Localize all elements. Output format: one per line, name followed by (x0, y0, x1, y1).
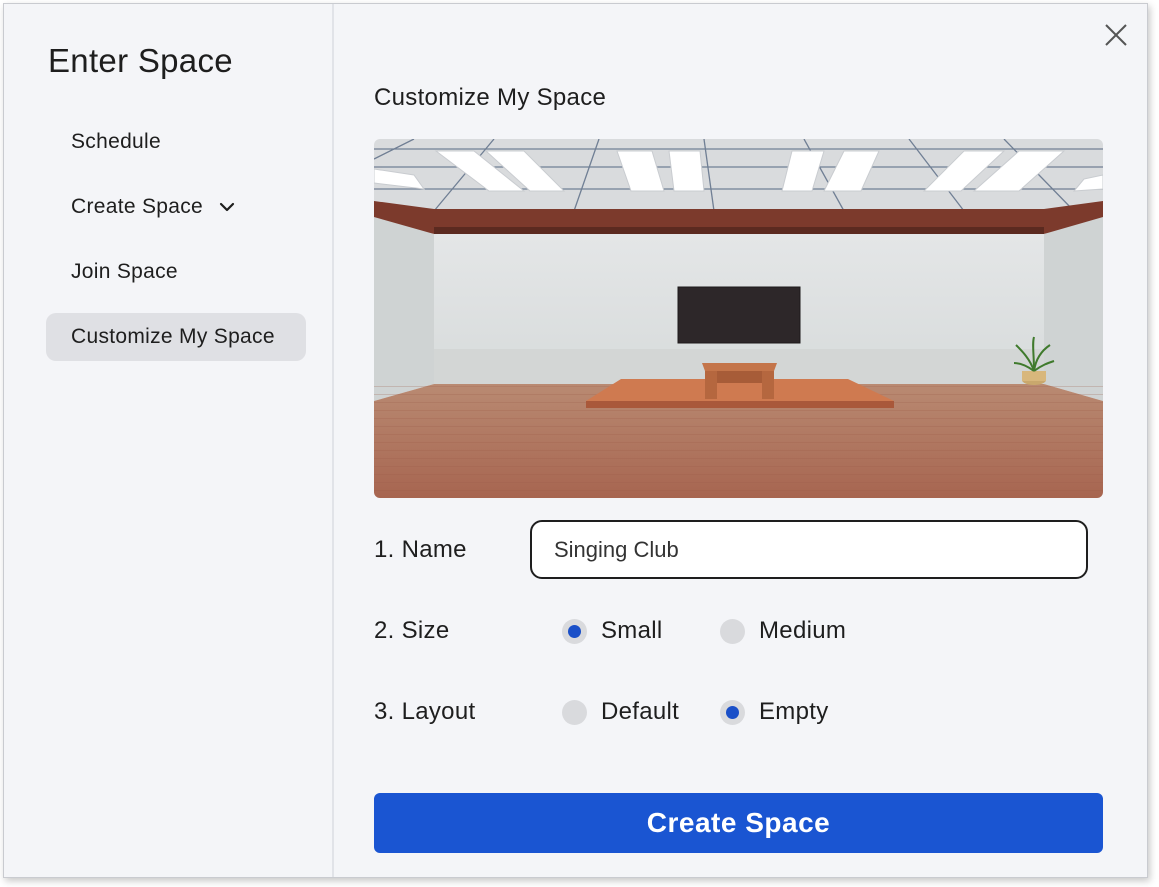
sidebar-item-schedule[interactable]: Schedule (46, 118, 306, 166)
page-title: Customize My Space (374, 84, 607, 111)
size-option-medium[interactable]: Medium (720, 617, 846, 645)
sidebar-title: Enter Space (48, 42, 233, 79)
sidebar-item-join-space[interactable]: Join Space (46, 248, 306, 296)
radio-selected-icon[interactable] (720, 699, 745, 725)
sidebar-item-customize-my-space[interactable]: Customize My Space (46, 313, 306, 361)
space-preview-image (374, 139, 1103, 498)
sidebar-item-create-space[interactable]: Create Space (46, 183, 306, 231)
size-label: 2. Size (374, 617, 450, 644)
layout-label: 3. Layout (374, 698, 476, 725)
sidebar-item-label: Schedule (71, 130, 161, 153)
radio-unselected-icon[interactable] (562, 699, 587, 725)
layout-option-default[interactable]: Default (562, 698, 679, 726)
layout-option-label: Default (601, 698, 680, 725)
sidebar-item-label: Create Space (71, 195, 204, 218)
radio-selected-icon[interactable] (562, 618, 587, 644)
enter-space-dialog: Enter Space Schedule Create Space Join S… (3, 3, 1148, 878)
create-space-button[interactable]: Create Space (374, 793, 1103, 853)
chevron-down-icon[interactable] (219, 202, 235, 212)
size-option-small[interactable]: Small (562, 617, 663, 645)
layout-option-empty[interactable]: Empty (720, 698, 829, 726)
sidebar-item-label: Join Space (71, 260, 178, 283)
layout-option-label: Empty (759, 698, 829, 725)
close-icon[interactable] (1103, 22, 1129, 48)
size-option-label: Small (601, 617, 663, 644)
sidebar-item-label: Customize My Space (71, 325, 275, 348)
name-field[interactable] (530, 520, 1088, 579)
name-label: 1. Name (374, 536, 467, 563)
main-panel: Customize My Space 1. Name Singing Club … (334, 4, 1147, 877)
radio-unselected-icon[interactable] (720, 618, 745, 644)
sidebar: Enter Space Schedule Create Space Join S… (4, 4, 334, 877)
size-option-label: Medium (759, 617, 847, 644)
